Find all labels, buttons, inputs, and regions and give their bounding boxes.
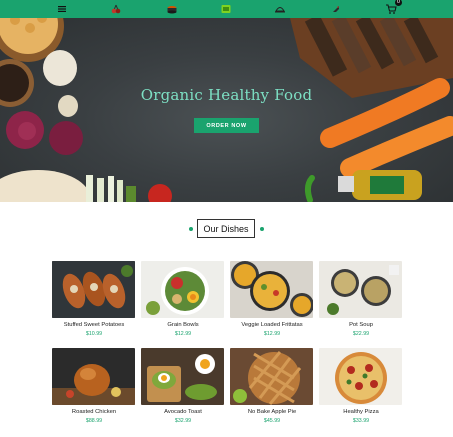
dish-card[interactable]: Stuffed Sweet Potatoes $10.99 (52, 261, 136, 337)
hero-title: Organic Healthy Food (140, 86, 313, 104)
dish-price: $22.99 (352, 331, 370, 337)
sushi-roll-icon[interactable] (165, 2, 179, 16)
dish-image[interactable] (52, 261, 135, 318)
dish-price: $10.99 (85, 331, 103, 337)
serving-cloche-icon[interactable] (273, 2, 287, 16)
dish-image[interactable] (230, 348, 313, 405)
dish-name: Healthy Pizza (343, 409, 379, 415)
dish-card[interactable]: Veggie Loaded Frittatas $12.99 (230, 261, 314, 337)
hamburger-menu-icon[interactable] (55, 2, 69, 16)
dish-image[interactable] (319, 261, 402, 318)
dish-name: Avocado Toast (164, 409, 202, 415)
dish-card[interactable]: Grain Bowls $12.99 (141, 261, 225, 337)
decor-dot-left (189, 227, 193, 231)
our-dishes-header: Our Dishes (0, 219, 453, 239)
decor-dot-right (260, 227, 264, 231)
cart-count-badge: 0 (395, 0, 402, 6)
dish-card[interactable]: No Bake Apple Pie $45.99 (230, 348, 314, 424)
dish-name: No Bake Apple Pie (247, 409, 297, 415)
dish-card[interactable]: Avocado Toast $32.99 (141, 348, 225, 424)
dish-name: Roasted Chicken (71, 409, 117, 415)
dish-card[interactable]: Pot Soup $22.99 (319, 261, 403, 337)
cart-icon[interactable]: 0 (384, 0, 402, 16)
dish-image[interactable] (319, 348, 402, 405)
dish-price: $45.99 (263, 418, 281, 424)
dish-price: $12.99 (174, 331, 192, 337)
hero-banner: Organic Healthy Food ORDER NOW (0, 18, 453, 202)
dish-price: $33.99 (352, 418, 370, 424)
food-plate-icon[interactable] (219, 2, 233, 16)
cherries-icon[interactable] (109, 2, 123, 16)
top-navbar: 0 (0, 0, 453, 18)
dish-image[interactable] (52, 348, 135, 405)
dish-name: Grain Bowls (167, 322, 199, 328)
hero-background-illustration (0, 18, 453, 202)
dish-name: Pot Soup (349, 322, 373, 328)
dish-price: $32.99 (174, 418, 192, 424)
dish-image[interactable] (230, 261, 313, 318)
dish-price: $12.99 (263, 331, 281, 337)
tag-icon[interactable] (329, 2, 343, 16)
dish-name: Stuffed Sweet Potatoes (63, 322, 125, 328)
dish-image[interactable] (141, 348, 224, 405)
dish-name: Veggie Loaded Frittatas (241, 322, 303, 328)
order-now-button[interactable]: ORDER NOW (194, 118, 259, 133)
section-title: Our Dishes (197, 219, 255, 238)
dish-image[interactable] (141, 261, 224, 318)
dish-card[interactable]: Healthy Pizza $33.99 (319, 348, 403, 424)
dish-card[interactable]: Roasted Chicken $88.99 (52, 348, 136, 424)
dish-price: $88.99 (85, 418, 103, 424)
